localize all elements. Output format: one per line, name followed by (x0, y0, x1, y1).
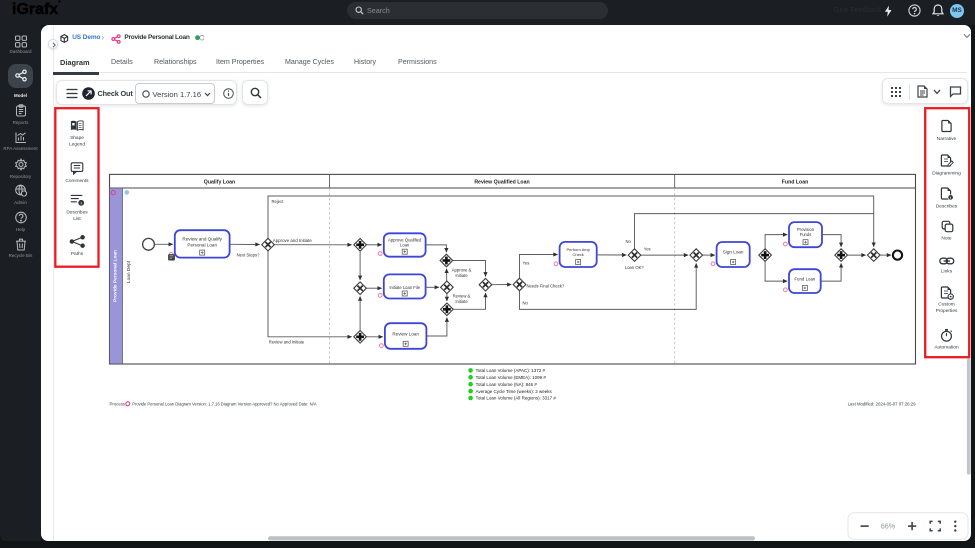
svg-text:Automation: Automation (934, 345, 959, 351)
svg-text:Fund Loan: Fund Loan (794, 276, 816, 281)
svg-text:Custom: Custom (938, 302, 955, 308)
svg-text:Describes: Describes (66, 209, 88, 215)
svg-text:Process:: Process: (110, 401, 127, 406)
svg-text:Total Loan Volume (All Regions: Total Loan Volume (All Regions): 3317 # (476, 396, 557, 401)
svg-text:Provide Personal Loan Diagram: Provide Personal Loan Diagram Version: 1… (132, 401, 317, 406)
svg-text:Initiate: Initiate (455, 273, 468, 278)
svg-text:Total Loan Volume (APAC): 1372: Total Loan Volume (APAC): 1372 # (476, 368, 546, 373)
svg-text:Narrative: Narrative (937, 136, 957, 142)
svg-text:Total Loan Volume (EMEA): 1099: Total Loan Volume (EMEA): 1099 # (476, 375, 547, 380)
svg-text:Next Steps?: Next Steps? (237, 253, 260, 258)
svg-text:Reject: Reject (272, 199, 285, 204)
svg-text:Links: Links (941, 269, 953, 275)
svg-text:Yes: Yes (523, 260, 530, 265)
svg-text:Initiate: Initiate (455, 299, 468, 304)
svg-text:Legend: Legend (69, 141, 85, 147)
svg-text:Average Cycle Time (weeks): 2: Average Cycle Time (weeks): 2 weeks (476, 389, 553, 394)
svg-text:Total Loan Volume (NA): 846 #: Total Loan Volume (NA): 846 # (476, 382, 538, 387)
svg-text:Approve and Initiate: Approve and Initiate (273, 238, 313, 243)
svg-text:Review Qualified Loan: Review Qualified Loan (474, 180, 529, 186)
svg-text:i: i (81, 201, 82, 206)
svg-text:Funds: Funds (800, 232, 812, 237)
svg-text:Review Loan: Review Loan (392, 331, 419, 336)
svg-text:Loan Dept: Loan Dept (126, 260, 132, 283)
svg-text:Paths: Paths (71, 251, 84, 257)
svg-text:i: i (950, 196, 951, 200)
svg-text:No: No (625, 239, 631, 244)
svg-text:Provide Personal Loan: Provide Personal Loan (113, 250, 119, 302)
svg-text:Personal Loan: Personal Loan (187, 243, 217, 248)
svg-text:Initiate Loan File: Initiate Loan File (389, 285, 420, 290)
svg-text:Loan OK?: Loan OK? (625, 265, 645, 270)
svg-text:Last Modified: 2024-05-07 07:2: Last Modified: 2024-05-07 07:26:29 (848, 401, 916, 406)
svg-text:Fund Loan: Fund Loan (782, 180, 809, 186)
svg-text:No: No (523, 301, 529, 306)
svg-text:Needs Final Check?: Needs Final Check? (527, 284, 565, 289)
svg-text:Sign Loan: Sign Loan (723, 249, 744, 254)
svg-text:66%: 66% (881, 522, 896, 531)
svg-text:Comments: Comments (65, 178, 89, 184)
svg-text:Describes: Describes (936, 204, 958, 210)
svg-text:Diagramming: Diagramming (932, 171, 961, 177)
svg-text:Properties: Properties (936, 308, 958, 314)
svg-text:Check: Check (572, 252, 583, 257)
svg-text:Review and Qualify: Review and Qualify (182, 237, 222, 242)
svg-text:Approve &: Approve & (452, 268, 472, 273)
svg-text:Review and Initiate: Review and Initiate (269, 340, 305, 345)
svg-text:Shape: Shape (70, 135, 84, 141)
svg-text:Review &: Review & (453, 294, 471, 299)
svg-text:Note: Note (941, 235, 951, 241)
svg-text:Loan: Loan (400, 242, 410, 247)
svg-text:Qualify Loan: Qualify Loan (204, 180, 235, 186)
svg-text:List: List (73, 216, 81, 222)
svg-text:Yes: Yes (644, 246, 651, 251)
